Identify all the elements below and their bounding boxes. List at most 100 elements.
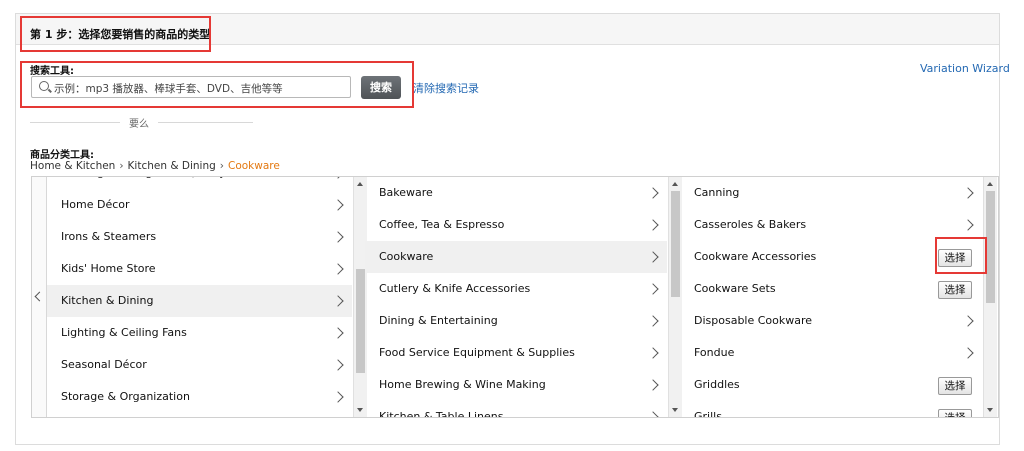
category-item[interactable]: Kids' Home Store — [47, 253, 352, 285]
select-button[interactable]: 选择 — [938, 281, 972, 299]
breadcrumb-current: Cookware — [227, 160, 280, 172]
category-column-3: Canning Casseroles & Bakers Cookware Acces… — [680, 177, 982, 417]
category-item[interactable]: Disposable Cookware — [680, 305, 982, 337]
chevron-right-icon — [332, 199, 344, 211]
category-item[interactable]: Grills 选择 — [680, 401, 982, 417]
category-item[interactable]: Casseroles & Bakers — [680, 209, 982, 241]
category-item[interactable]: Seasonal Décor — [47, 349, 352, 381]
category-label: Cookware Accessories — [694, 250, 817, 263]
breadcrumb-item[interactable]: Kitchen & Dining — [128, 160, 216, 172]
classifier-label: 商品分类工具: — [30, 150, 94, 161]
category-item[interactable]: Cookware — [365, 241, 667, 273]
category-item[interactable]: Coffee, Tea & Espresso — [365, 209, 667, 241]
select-button[interactable]: 选择 — [938, 249, 972, 267]
scroll-thumb[interactable] — [671, 191, 680, 297]
chevron-right-icon — [332, 177, 344, 179]
search-label: 搜索工具: — [30, 66, 74, 77]
clear-search-link[interactable]: 清除搜索记录 — [413, 80, 479, 96]
chevron-right-icon — [332, 391, 344, 403]
scroll-up-icon[interactable] — [357, 182, 363, 186]
scroll-up-icon[interactable] — [987, 182, 993, 186]
category-item[interactable]: Irons & Steamers — [47, 221, 352, 253]
scroll-up-icon[interactable] — [672, 182, 678, 186]
column-3-scrollbar[interactable] — [983, 177, 997, 417]
chevron-right-icon — [332, 327, 344, 339]
scroll-thumb[interactable] — [986, 191, 995, 303]
divider-right — [158, 122, 253, 123]
scroll-thumb[interactable] — [356, 269, 365, 373]
category-item[interactable]: Storage & Organization — [47, 381, 352, 413]
category-label: Heating, Cooling & Air Quality — [61, 177, 226, 189]
chevron-right-icon — [647, 187, 659, 199]
category-label: Dining & Entertaining — [379, 314, 498, 327]
step-title: 第 1 步：选择您要销售的商品的类型 — [30, 28, 211, 41]
search-icon — [39, 81, 49, 91]
browse-back-button[interactable] — [32, 177, 47, 417]
search-placeholder: 示例：mp3 播放器、棒球手套、DVD、吉他等等 — [54, 83, 283, 95]
divider-left — [30, 122, 120, 123]
category-label: Home Décor — [61, 198, 130, 211]
category-item[interactable]: Fondue — [680, 337, 982, 369]
category-label: Casseroles & Bakers — [694, 218, 807, 231]
category-column-2: Bakeware Coffee, Tea & Espresso Cookware Cu… — [365, 177, 667, 417]
category-item[interactable]: Kitchen & Dining — [47, 285, 352, 317]
search-input[interactable]: 示例：mp3 播放器、棒球手套、DVD、吉他等等 — [31, 76, 351, 98]
category-item[interactable]: Food Service Equipment & Supplies — [365, 337, 667, 369]
search-button[interactable]: 搜索 — [361, 76, 401, 99]
select-button[interactable]: 选择 — [938, 409, 972, 417]
category-item[interactable]: Cookware Accessories 选择 — [680, 241, 982, 273]
breadcrumb-separator-icon: › — [219, 160, 224, 172]
category-label: Kids' Home Store — [61, 262, 156, 275]
category-label: Grills — [694, 410, 722, 417]
category-label: Cutlery & Knife Accessories — [379, 282, 531, 295]
scroll-down-icon[interactable] — [357, 408, 363, 412]
chevron-right-icon — [962, 315, 974, 327]
category-label: Coffee, Tea & Espresso — [379, 218, 505, 231]
variation-wizard-link[interactable]: Variation Wizard — [920, 62, 1010, 75]
category-item[interactable]: Bakeware — [365, 177, 667, 209]
category-label: Home Brewing & Wine Making — [379, 378, 546, 391]
or-text: 要么 — [129, 119, 149, 130]
breadcrumb-item[interactable]: Home & Kitchen — [30, 160, 115, 172]
category-item[interactable]: Dining & Entertaining — [365, 305, 667, 337]
scroll-down-icon[interactable] — [987, 408, 993, 412]
category-item[interactable]: Lighting & Ceiling Fans — [47, 317, 352, 349]
category-label: Griddles — [694, 378, 740, 391]
category-item[interactable]: Cutlery & Knife Accessories — [365, 273, 667, 305]
category-item[interactable]: Home Décor — [47, 189, 352, 221]
chevron-right-icon — [647, 411, 659, 417]
category-label: Lighting & Ceiling Fans — [61, 326, 187, 339]
breadcrumb: Home & Kitchen › Kitchen & Dining › Cookware — [30, 160, 280, 172]
category-label: Kitchen & Dining — [61, 294, 154, 307]
category-item[interactable]: Home Brewing & Wine Making — [365, 369, 667, 401]
category-label: Canning — [694, 186, 740, 199]
category-label: Seasonal Décor — [61, 358, 147, 371]
category-column-1: Heating, Cooling & Air Quality Home Décor… — [47, 177, 352, 417]
chevron-right-icon — [647, 315, 659, 327]
category-item[interactable]: Kitchen & Table Linens — [365, 401, 667, 417]
category-label: Cookware — [379, 250, 434, 263]
chevron-right-icon — [647, 347, 659, 359]
category-label: Irons & Steamers — [61, 230, 157, 243]
chevron-left-icon — [34, 291, 45, 302]
chevron-right-icon — [962, 187, 974, 199]
category-item[interactable]: Heating, Cooling & Air Quality — [47, 177, 352, 189]
category-item[interactable]: Cookware Sets 选择 — [680, 273, 982, 305]
category-label: Fondue — [694, 346, 735, 359]
chevron-right-icon — [647, 379, 659, 391]
breadcrumb-separator-icon: › — [119, 160, 124, 172]
scroll-down-icon[interactable] — [672, 408, 678, 412]
category-label: Bakeware — [379, 186, 433, 199]
category-label: Cookware Sets — [694, 282, 776, 295]
chevron-right-icon — [332, 295, 344, 307]
category-item[interactable]: Canning — [680, 177, 982, 209]
select-button[interactable]: 选择 — [938, 377, 972, 395]
category-label: Storage & Organization — [61, 390, 190, 403]
category-browser: Heating, Cooling & Air Quality Home Décor… — [31, 176, 999, 418]
category-label: Disposable Cookware — [694, 314, 813, 327]
category-item[interactable]: Griddles 选择 — [680, 369, 982, 401]
category-label: Kitchen & Table Linens — [379, 410, 504, 417]
chevron-right-icon — [962, 219, 974, 231]
category-label: Food Service Equipment & Supplies — [379, 346, 575, 359]
chevron-right-icon — [332, 231, 344, 243]
